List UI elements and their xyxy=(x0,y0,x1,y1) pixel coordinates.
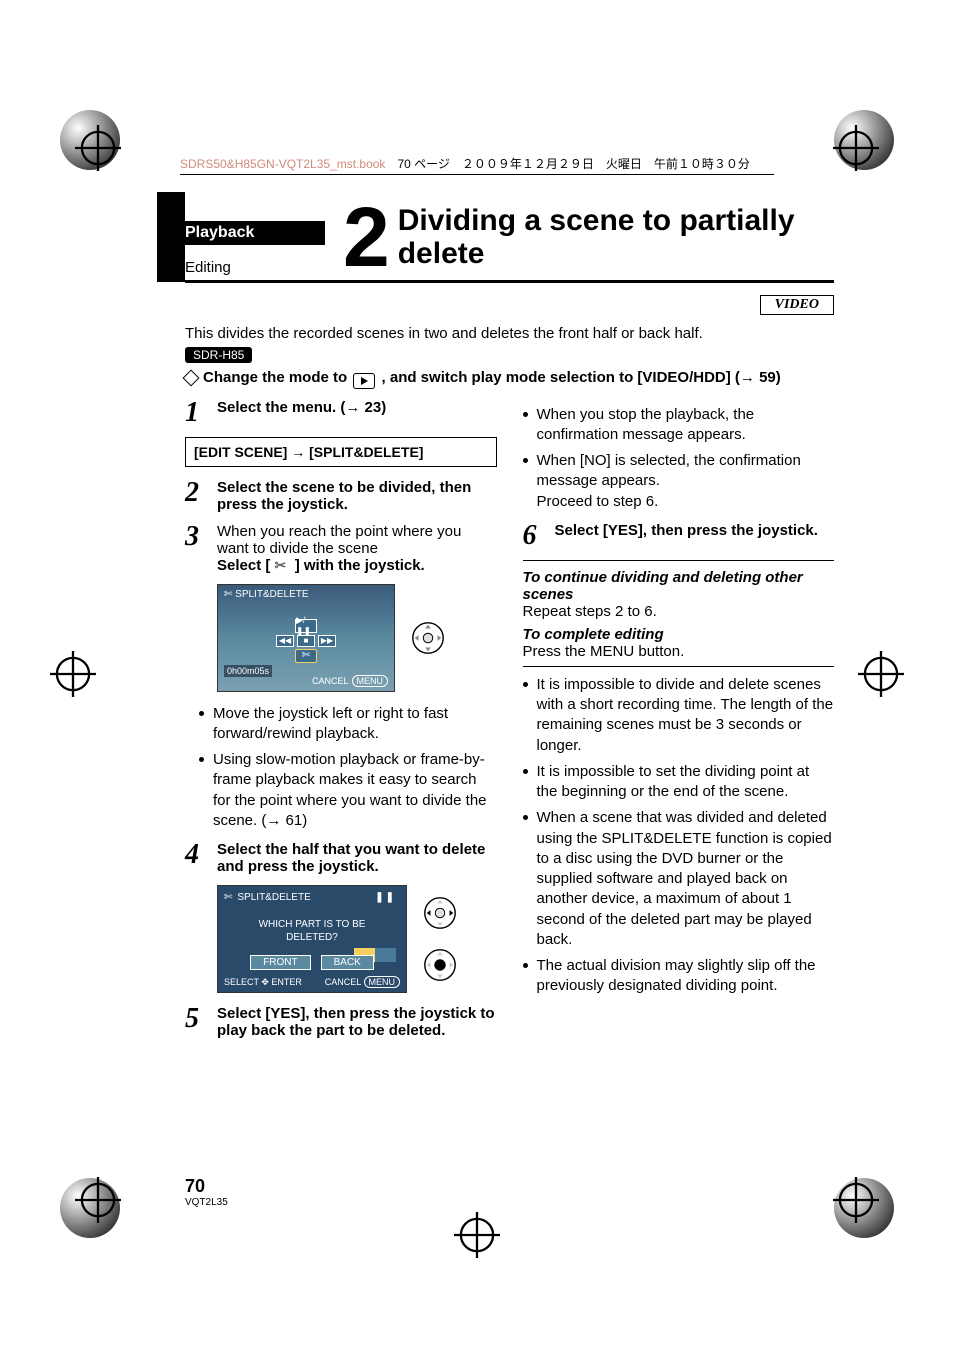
page-content: Playback Editing 2 Dividing a scene to p… xyxy=(185,200,834,1208)
osd-title: ✄ SPLIT&DELETE xyxy=(224,589,309,600)
subcategory-label: Editing xyxy=(185,259,325,276)
osd-back-button: BACK xyxy=(321,955,374,970)
osd-menu-label: MENU xyxy=(364,976,401,988)
osd-cancel-label: CANCEL xyxy=(312,676,349,686)
divider xyxy=(523,666,835,667)
registration-mark xyxy=(75,125,121,171)
osd-message: WHICH PART IS TO BE DELETED? xyxy=(218,918,406,944)
joystick-press-icon xyxy=(421,946,459,984)
notes-list: It is impossible to divide and delete sc… xyxy=(523,675,835,997)
menu-path-box: [EDIT SCENE] → [SPLIT&DELETE] xyxy=(185,437,497,467)
camera-osd-image: ✄ SPLIT&DELETE ▶/❚❚ ◀◀ ■ ▶▶ ✄ 0h00m05s C… xyxy=(217,584,395,692)
screenshot-split-delete: ✄ SPLIT&DELETE ▶/❚❚ ◀◀ ■ ▶▶ ✄ 0h00m05s C… xyxy=(217,584,497,692)
step-6-text: Select [YES], then press the joystick. xyxy=(555,522,835,550)
step-5-text: Select [YES], then press the joystick to… xyxy=(217,1005,497,1039)
model-badge: SDR-H85 xyxy=(185,347,252,363)
osd-enter-label: ENTER xyxy=(271,977,302,987)
print-filename: SDRS50&H85GN-VQT2L35_mst.book xyxy=(180,157,385,171)
complete-text: Press the MENU button. xyxy=(523,643,835,660)
step-1: 1 Select the menu. (→ 23) xyxy=(185,399,497,427)
diamond-icon xyxy=(183,369,200,386)
precondition-line: Change the mode to , and switch play mod… xyxy=(185,369,834,389)
list-item: The actual division may slightly slip of… xyxy=(523,956,835,997)
side-tab xyxy=(157,192,185,282)
category-label: Playback xyxy=(185,221,325,245)
list-item: It is impossible to divide and delete sc… xyxy=(523,675,835,756)
step-6: 6 Select [YES], then press the joystick. xyxy=(523,522,835,550)
registration-mark xyxy=(50,651,96,697)
step-3-text-pre: Select [ xyxy=(217,557,275,574)
osd-rewind-icon: ◀◀ xyxy=(276,635,294,647)
continue-text: Repeat steps 2 to 6. xyxy=(523,603,835,620)
step-2-text: Select the scene to be divided, then pre… xyxy=(217,479,497,513)
continue-heading: To continue dividing and deleting other … xyxy=(523,569,835,603)
step-3-text-a: When you reach the point where you want … xyxy=(217,523,461,557)
section-number: 2 xyxy=(343,200,390,276)
intro-text: This divides the recorded scenes in two … xyxy=(185,325,834,342)
divider xyxy=(523,560,835,561)
print-header: SDRS50&H85GN-VQT2L35_mst.book 70 ページ ２００… xyxy=(180,155,774,175)
mode-badge-video: VIDEO xyxy=(760,295,834,315)
complete-heading: To complete editing xyxy=(523,626,835,643)
precondition-pre: Change the mode to xyxy=(203,369,351,386)
scissors-icon xyxy=(275,557,291,569)
osd-select-label: SELECT xyxy=(224,977,259,987)
osd-pause-icon: ❚❚ xyxy=(375,892,396,903)
osd-stop-icon: ■ xyxy=(297,635,315,647)
list-item: When [NO] is selected, the confirmation … xyxy=(523,451,835,512)
doc-code: VQT2L35 xyxy=(185,1197,228,1208)
osd-cancel-label: CANCEL xyxy=(325,977,361,987)
left-column: 1 Select the menu. (→ 23) [EDIT SCENE] →… xyxy=(185,399,497,1050)
scissors-icon: ✄ xyxy=(224,892,232,903)
step-4: 4 Select the half that you want to delet… xyxy=(185,841,497,875)
step-3-text-post: ] with the joystick. xyxy=(295,557,425,574)
step-number: 3 xyxy=(185,523,207,574)
step-4-text: Select the half that you want to delete … xyxy=(217,841,497,875)
osd-front-button: FRONT xyxy=(250,955,310,970)
step-number: 2 xyxy=(185,479,207,513)
print-pageinfo: 70 ページ ２００９年１２月２９日 火曜日 午前１０時３０分 xyxy=(397,155,749,172)
step-5: 5 Select [YES], then press the joystick … xyxy=(185,1005,497,1039)
play-mode-icon xyxy=(353,373,375,389)
step-3: 3 When you reach the point where you wan… xyxy=(185,523,497,574)
osd-play-pause-icon: ▶/❚❚ xyxy=(295,619,317,633)
step-number: 6 xyxy=(523,522,545,550)
registration-mark xyxy=(454,1212,500,1258)
list-item: Move the joystick left or right to fast … xyxy=(199,704,497,745)
screenshot-which-part: ✄ SPLIT&DELETE ❚❚ WHICH PART IS TO BE DEL… xyxy=(217,885,497,993)
step-number: 4 xyxy=(185,841,207,875)
step-3-notes: Move the joystick left or right to fast … xyxy=(199,704,497,832)
list-item: When a scene that was divided and delete… xyxy=(523,808,835,950)
registration-mark xyxy=(75,1177,121,1223)
registration-mark xyxy=(833,1177,879,1223)
step-1-text: Select the menu. (→ 23) xyxy=(217,399,497,427)
step-2: 2 Select the scene to be divided, then p… xyxy=(185,479,497,513)
osd-timecode: 0h00m05s xyxy=(224,665,272,677)
section-header: Playback Editing 2 Dividing a scene to p… xyxy=(185,200,834,283)
registration-mark xyxy=(833,125,879,171)
osd-split-icon: ✄ xyxy=(295,649,317,663)
step-number: 1 xyxy=(185,399,207,427)
step-number: 5 xyxy=(185,1005,207,1039)
registration-mark xyxy=(858,651,904,697)
osd-title: SPLIT&DELETE xyxy=(237,892,310,903)
camera-osd-image: ✄ SPLIT&DELETE ❚❚ WHICH PART IS TO BE DEL… xyxy=(217,885,407,993)
list-item: It is impossible to set the dividing poi… xyxy=(523,762,835,803)
osd-forward-icon: ▶▶ xyxy=(318,635,336,647)
page-number: 70 xyxy=(185,1176,228,1197)
precondition-post: , and switch play mode selection to [VID… xyxy=(382,369,781,386)
joystick-leftright-icon xyxy=(421,894,459,932)
list-item: When you stop the playback, the confirma… xyxy=(523,405,835,446)
page-footer: 70 VQT2L35 xyxy=(185,1176,228,1208)
joystick-press-icon xyxy=(409,619,447,657)
osd-menu-label: MENU xyxy=(352,675,389,687)
page-title: Dividing a scene to partially delete xyxy=(398,204,834,276)
step-5-notes: When you stop the playback, the confirma… xyxy=(523,405,835,512)
list-item: Using slow-motion playback or frame-by-f… xyxy=(199,750,497,831)
right-column: When you stop the playback, the confirma… xyxy=(523,399,835,1050)
